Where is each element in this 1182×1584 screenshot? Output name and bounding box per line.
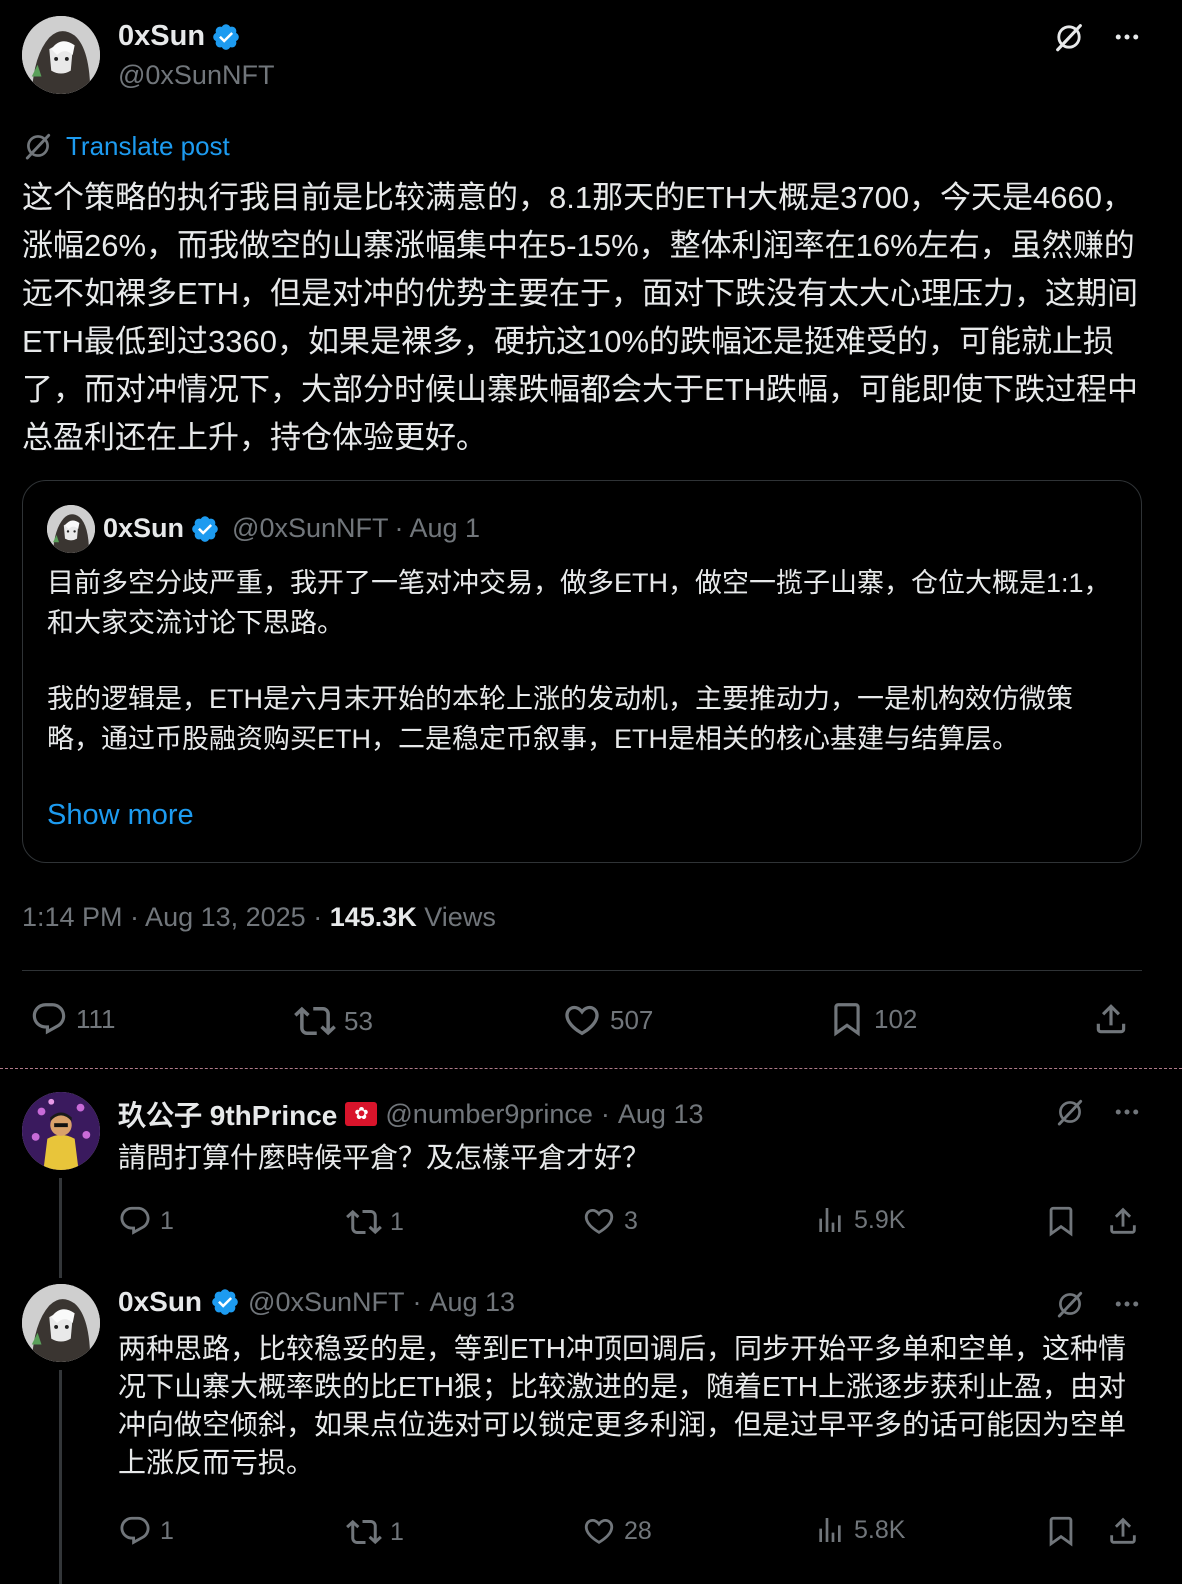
reply-button[interactable]: 1	[118, 1514, 174, 1548]
author-avatar[interactable]	[22, 16, 100, 94]
repost-count: 1	[390, 1517, 404, 1546]
separator-dot: ·	[600, 1098, 610, 1129]
quoted-author-handle: @0xSunNFT	[232, 513, 389, 543]
thread-line	[59, 1370, 62, 1584]
reply-author-handle[interactable]: @0xSunNFT	[248, 1287, 404, 1318]
reply-date[interactable]: Aug 13	[429, 1287, 515, 1318]
separator-dot: ·	[394, 513, 404, 543]
verified-badge-icon	[190, 514, 220, 544]
reply-author-avatar[interactable]	[22, 1092, 100, 1170]
reply-count: 1	[160, 1516, 174, 1545]
avatar-image	[22, 1284, 100, 1362]
like-button[interactable]: 507	[562, 1000, 653, 1040]
like-button[interactable]: 28	[582, 1514, 652, 1548]
reply-text: 請問打算什麼時候平倉？及怎樣平倉才好？	[118, 1142, 651, 1173]
verified-badge-icon[interactable]	[211, 22, 241, 52]
reply-text: 两种思路，比较稳妥的是，等到ETH冲顶回调后，同步开始平多单和空单，这种情况下山…	[118, 1333, 1127, 1478]
separator-dot: ·	[412, 1286, 422, 1317]
quoted-avatar-image	[47, 505, 95, 553]
views-count: 5.8K	[854, 1515, 906, 1544]
quoted-post-paragraph-2: 我的逻辑是，ETH是六月末开始的本轮上涨的发动机，主要推动力，一是机构效仿微策略…	[47, 684, 1073, 754]
bookmark-icon	[828, 1000, 866, 1038]
author-handle[interactable]: @0xSunNFT	[118, 60, 274, 91]
repost-count: 53	[344, 1005, 373, 1036]
divider	[22, 970, 1142, 971]
repost-button[interactable]: 1	[346, 1514, 404, 1550]
reply-author-name[interactable]: 0xSun	[118, 1286, 202, 1318]
post-text: 这个策略的执行我目前是比较满意的，8.1那天的ETH大概是3700，今天是466…	[22, 180, 1138, 455]
translate-label: Translate post	[66, 130, 230, 161]
like-icon	[562, 1000, 602, 1040]
share-button[interactable]	[1092, 1000, 1130, 1038]
repost-icon	[346, 1204, 382, 1240]
more-icon[interactable]	[1112, 1289, 1142, 1319]
bookmark-count: 102	[874, 1003, 918, 1034]
grok-icon[interactable]	[1054, 1096, 1086, 1128]
reply-button[interactable]: 111	[30, 1000, 116, 1038]
like-count: 28	[624, 1516, 652, 1545]
views-count: 5.9K	[854, 1205, 906, 1234]
share-icon	[1106, 1514, 1140, 1548]
views-label: Views	[416, 902, 496, 932]
like-count: 507	[610, 1004, 654, 1035]
views-count: 145.3K	[329, 902, 417, 932]
reply-author-handle[interactable]: @number9prince	[385, 1099, 593, 1130]
repost-button[interactable]: 53	[294, 1000, 373, 1042]
reply-icon	[118, 1204, 152, 1238]
verified-badge-icon[interactable]	[210, 1287, 240, 1317]
repost-button[interactable]: 1	[346, 1204, 404, 1240]
share-button[interactable]	[1106, 1204, 1140, 1238]
thread-line	[59, 1178, 62, 1278]
share-icon	[1092, 1000, 1130, 1038]
bookmark-icon	[1044, 1514, 1078, 1548]
quoted-post-date: Aug 1	[409, 513, 481, 543]
translate-icon	[22, 130, 54, 162]
views-button[interactable]: 5.8K	[814, 1514, 905, 1546]
author-name[interactable]: 0xSun	[118, 20, 205, 53]
quoted-author-avatar	[47, 505, 95, 553]
reply-date[interactable]: Aug 13	[618, 1099, 704, 1130]
quoted-post-card[interactable]: 0xSun @0xSunNFT · Aug 1 目前多空分歧严重，我开了一笔对冲…	[22, 480, 1142, 863]
show-more-link[interactable]: Show more	[47, 799, 194, 832]
bookmark-button[interactable]: 102	[828, 1000, 917, 1038]
views-button[interactable]: 5.9K	[814, 1204, 905, 1236]
grok-icon[interactable]	[1054, 1288, 1086, 1320]
reply-button[interactable]: 1	[118, 1204, 174, 1238]
translate-button[interactable]: Translate post	[22, 130, 230, 162]
like-icon	[582, 1204, 616, 1238]
post-timestamp[interactable]: 1:14 PM · Aug 13, 2025 ·	[22, 902, 330, 932]
quoted-author-name: 0xSun	[103, 513, 185, 543]
bookmark-button[interactable]	[1044, 1204, 1078, 1238]
reply-author-name[interactable]: 玖公子 9thPrince	[118, 1094, 337, 1134]
bookmark-button[interactable]	[1044, 1514, 1078, 1548]
bookmark-icon	[1044, 1204, 1078, 1238]
like-button[interactable]: 3	[582, 1204, 638, 1238]
hk-flag-icon: ✿	[345, 1102, 378, 1126]
more-icon[interactable]	[1112, 22, 1142, 52]
reply-count: 111	[76, 1003, 116, 1034]
reply-author-avatar[interactable]	[22, 1284, 100, 1362]
section-separator	[0, 1068, 1182, 1069]
quoted-post-paragraph-1: 目前多空分歧严重，我开了一笔对冲交易，做多ETH，做空一揽子山寨，仓位大概是1:…	[47, 568, 1111, 638]
repost-count: 1	[390, 1207, 404, 1236]
like-count: 3	[624, 1206, 638, 1235]
share-button[interactable]	[1106, 1514, 1140, 1548]
views-icon	[814, 1514, 846, 1546]
views-icon	[814, 1204, 846, 1236]
repost-icon	[294, 1000, 336, 1042]
like-icon	[582, 1514, 616, 1548]
reply-icon	[30, 1000, 68, 1038]
avatar-image	[22, 16, 100, 94]
share-icon	[1106, 1204, 1140, 1238]
avatar-image	[22, 1092, 100, 1170]
reply-count: 1	[160, 1206, 174, 1235]
more-icon[interactable]	[1112, 1097, 1142, 1127]
repost-icon	[346, 1514, 382, 1550]
reply-icon	[118, 1514, 152, 1548]
grok-icon[interactable]	[1052, 20, 1086, 54]
